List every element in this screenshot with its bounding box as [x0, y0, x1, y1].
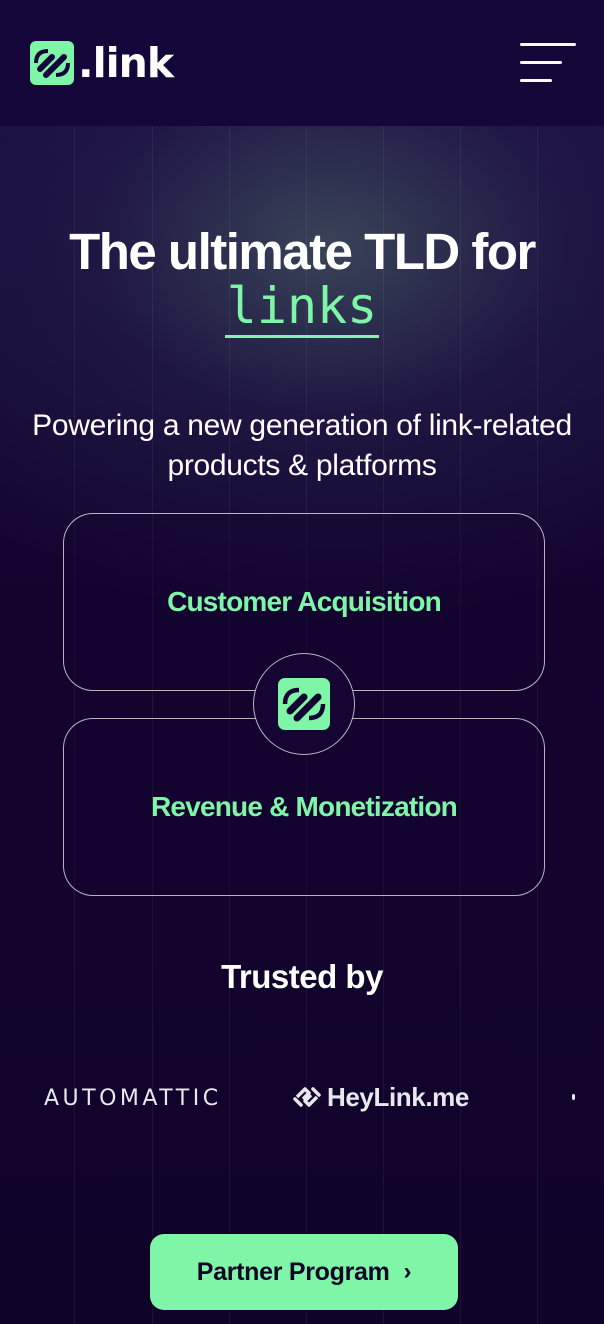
partner-program-button[interactable]: Partner Program ›	[150, 1234, 458, 1310]
feature-card-label: Customer Acquisition	[167, 586, 442, 617]
chain-link-icon	[253, 653, 355, 755]
carousel-edge-mark	[572, 1094, 575, 1100]
hero-subtitle: Powering a new generation of link-relate…	[32, 409, 572, 482]
chain-link-icon-svg	[278, 678, 330, 730]
hero-accent-text[interactable]: links	[224, 277, 380, 338]
trusted-by-heading: Trusted by	[221, 958, 383, 995]
heylink-chain-icon	[293, 1087, 321, 1107]
site-header: .link	[0, 0, 604, 126]
menu-line	[520, 43, 576, 46]
logo-text: .link	[78, 38, 174, 87]
partner-logos: AUTOMATTIC HeyLink.me	[0, 1076, 604, 1120]
heylink-logo-text: HeyLink.me	[327, 1081, 469, 1112]
chevron-right-icon: ›	[403, 1258, 412, 1285]
site-logo[interactable]: .link	[30, 38, 174, 87]
hero-accent: links	[0, 277, 604, 338]
partner-program-label: Partner Program	[196, 1257, 390, 1286]
feature-card-label: Revenue & Monetization	[151, 791, 458, 822]
menu-line	[520, 79, 552, 82]
link-logo-icon	[30, 41, 74, 85]
hero-section: The ultimate TLD for links Powering a ne…	[0, 126, 604, 1324]
hamburger-menu-icon[interactable]	[520, 41, 576, 85]
automattic-logo: AUTOMATTIC	[44, 1086, 222, 1111]
menu-line	[520, 61, 562, 64]
heylink-logo: HeyLink.me	[291, 1081, 469, 1113]
hero-title: The ultimate TLD for	[69, 223, 536, 280]
